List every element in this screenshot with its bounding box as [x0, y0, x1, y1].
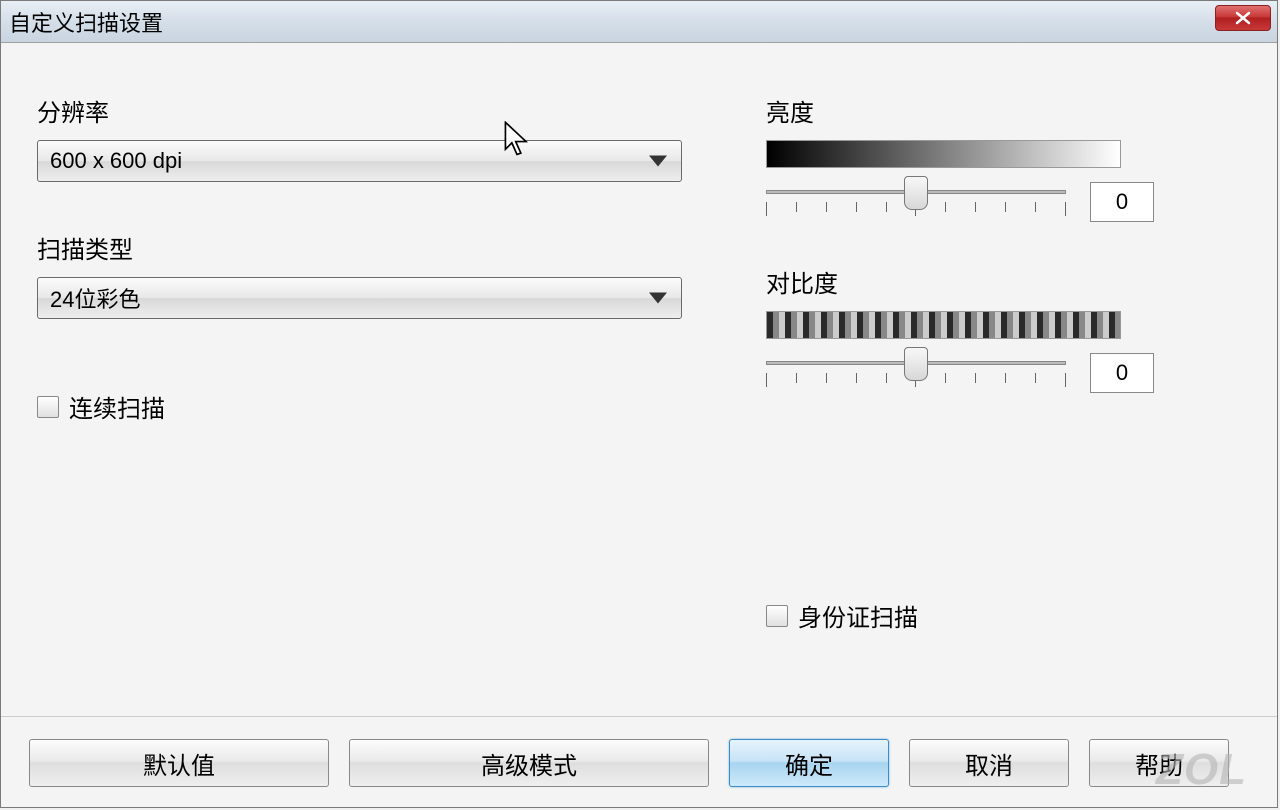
id-scan-row: 身份证扫描	[766, 598, 918, 633]
default-button[interactable]: 默认值	[29, 739, 329, 787]
ok-button[interactable]: 确定	[729, 739, 889, 787]
brightness-slider-row: 0	[766, 180, 1186, 224]
button-row: 默认值 高级模式 确定 取消 帮助	[1, 716, 1277, 787]
resolution-value: 600 x 600 dpi	[50, 148, 182, 174]
continuous-scan-checkbox[interactable]	[37, 396, 59, 418]
brightness-gradient-bar	[766, 140, 1121, 168]
left-column: 分辨率 600 x 600 dpi 扫描类型 24位彩色 连续扫描	[37, 93, 687, 424]
contrast-slider[interactable]	[766, 351, 1066, 395]
resolution-dropdown[interactable]: 600 x 600 dpi	[37, 140, 682, 182]
close-button[interactable]	[1215, 5, 1271, 31]
right-column: 亮度 0 对比度	[766, 93, 1186, 435]
continuous-scan-row: 连续扫描	[37, 389, 687, 424]
continuous-scan-label: 连续扫描	[69, 389, 165, 424]
titlebar: 自定义扫描设置	[1, 1, 1277, 43]
dialog-window: 自定义扫描设置 分辨率 600 x 600 dpi 扫描类型 24位彩色 连续扫…	[0, 0, 1278, 808]
brightness-slider[interactable]	[766, 180, 1066, 224]
scan-type-value: 24位彩色	[50, 282, 140, 314]
cancel-button[interactable]: 取消	[909, 739, 1069, 787]
scan-type-dropdown[interactable]: 24位彩色	[37, 277, 682, 319]
id-scan-label: 身份证扫描	[798, 598, 918, 633]
slider-thumb[interactable]	[904, 347, 928, 381]
scan-type-label: 扫描类型	[37, 230, 687, 265]
brightness-value[interactable]: 0	[1090, 182, 1154, 222]
advanced-button[interactable]: 高级模式	[349, 739, 709, 787]
contrast-value[interactable]: 0	[1090, 353, 1154, 393]
chevron-down-icon	[649, 156, 667, 167]
chevron-down-icon	[649, 293, 667, 304]
close-icon	[1235, 11, 1251, 25]
resolution-label: 分辨率	[37, 93, 687, 128]
brightness-label: 亮度	[766, 93, 1186, 128]
help-button[interactable]: 帮助	[1089, 739, 1229, 787]
contrast-label: 对比度	[766, 264, 1186, 299]
slider-thumb[interactable]	[904, 176, 928, 210]
id-scan-checkbox[interactable]	[766, 605, 788, 627]
contrast-gradient-bar	[766, 311, 1121, 339]
window-title: 自定义扫描设置	[9, 6, 163, 38]
content-area: 分辨率 600 x 600 dpi 扫描类型 24位彩色 连续扫描 亮度	[1, 43, 1277, 807]
contrast-slider-row: 0	[766, 351, 1186, 395]
